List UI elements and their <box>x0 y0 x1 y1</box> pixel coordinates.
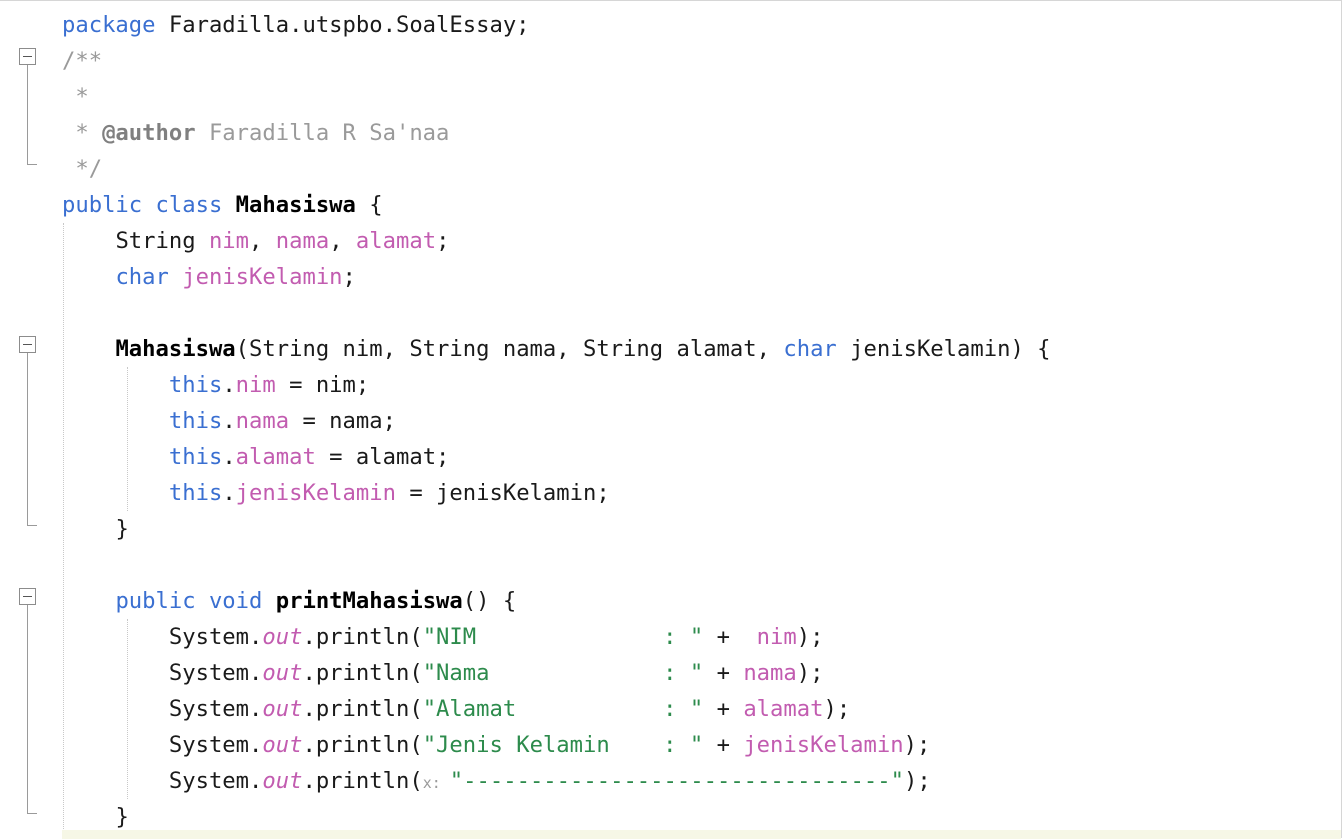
code-line: * <box>75 84 89 110</box>
fold-toggle-constructor[interactable] <box>19 336 36 353</box>
parameter-hint: x: <box>422 774 450 792</box>
code-line: this.nama = nama; <box>168 408 396 434</box>
fold-end <box>27 164 37 165</box>
code-line: System.out.println("Jenis Kelamin : " + … <box>168 732 931 758</box>
code-line: String nim, nama, alamat; <box>115 228 450 254</box>
fold-end <box>27 525 37 526</box>
code-line: System.out.println("NIM : " + nim); <box>168 624 824 650</box>
code-line: */ <box>75 156 103 182</box>
fold-line <box>27 605 28 813</box>
fold-line <box>27 65 28 164</box>
code-line: System.out.println("Nama : " + nama); <box>168 660 824 686</box>
code-line: char jenisKelamin; <box>115 264 356 290</box>
code-line: * @author Faradilla R Sa'naa <box>75 120 450 146</box>
code-line: this.alamat = alamat; <box>168 444 450 470</box>
code-editor[interactable]: package Faradilla.utspbo.SoalEssay; /** … <box>0 0 1342 839</box>
code-line: public class Mahasiswa { <box>62 192 383 218</box>
code-line: this.jenisKelamin = jenisKelamin; <box>168 480 610 506</box>
code-line: System.out.println(x: "-----------------… <box>168 768 931 794</box>
code-line: this.nim = nim; <box>168 372 370 398</box>
code-line: public void printMahasiswa() { <box>115 588 517 614</box>
code-line: } <box>115 516 129 542</box>
code-line: System.out.println("Alamat : " + alamat)… <box>168 696 851 722</box>
fold-line <box>27 353 28 525</box>
code-line: Mahasiswa(String nim, String nama, Strin… <box>115 336 1051 362</box>
code-line: /** <box>62 48 103 74</box>
fold-end <box>27 813 37 814</box>
code-line: package Faradilla.utspbo.SoalEssay; <box>62 12 530 38</box>
fold-toggle-method[interactable] <box>19 588 36 605</box>
fold-toggle-javadoc[interactable] <box>19 48 36 65</box>
editor-gutter <box>0 1 60 839</box>
